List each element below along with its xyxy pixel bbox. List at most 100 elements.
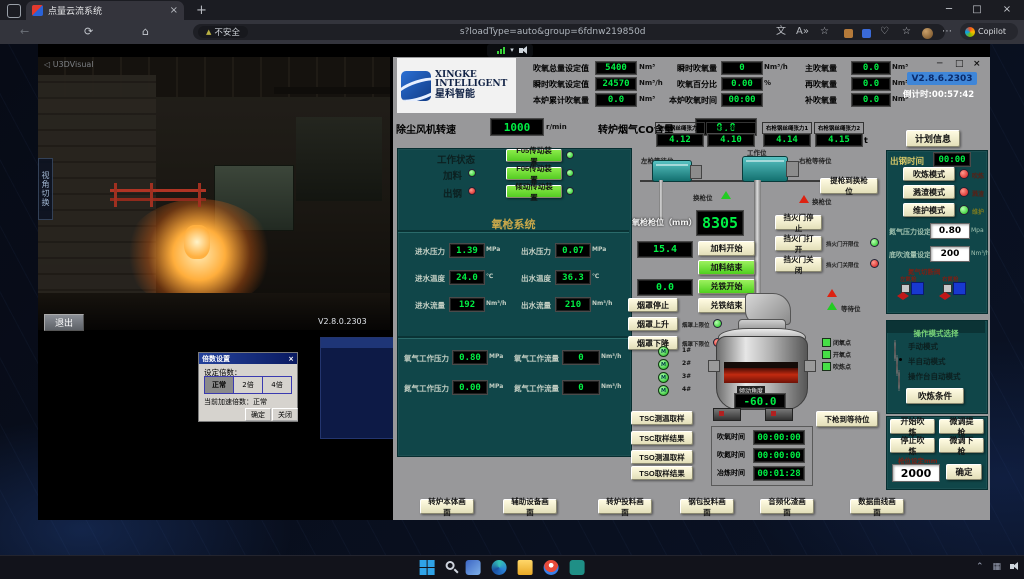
extension-blue-icon[interactable] [862,29,871,38]
close-icon[interactable]: × [996,4,1018,15]
stream-control-bar[interactable]: ▾ [487,44,533,57]
water-unit: ℃ [486,273,493,280]
fan-speed-label: 除尘风机转速 [396,121,456,136]
mode-option-label[interactable]: 操作台自动模式 [908,371,961,382]
more-icon[interactable]: ⋯ [942,27,952,37]
speaker-icon[interactable] [519,48,523,53]
dialog-close-button[interactable]: 关闭 [272,408,298,421]
new-tab-icon[interactable]: + [196,4,207,17]
dialog-ok-button[interactable]: 确定 [245,408,271,421]
tsc-result-button[interactable]: TSC取样结果 [631,431,693,445]
trim-up-button[interactable]: 微调提枪 [939,419,984,434]
browser-tab[interactable]: 点量云流系统 × [26,1,184,20]
extension-orange-icon[interactable] [844,29,853,38]
work-status-title: 工作状态 [437,152,475,166]
nav-converter-body[interactable]: 转炉本体画面 [420,499,474,514]
confirm-button[interactable]: 确定 [946,464,982,480]
blow-condition-button[interactable]: 吹炼条件 [906,388,964,404]
hood-stop-button[interactable]: 烟罩停止 [628,298,678,312]
tilt-drive-button[interactable]: 倾动传动装置 [506,185,562,198]
nav-audio-slag[interactable]: 音频化渣画面 [760,499,814,514]
nav-aux-equipment[interactable]: 辅助设备画面 [503,499,557,514]
edge-icon[interactable] [492,560,507,575]
tso-measure-button[interactable]: TSO测温取样 [631,450,693,464]
maximize-icon[interactable]: □ [966,4,988,15]
dialog-close-icon[interactable]: × [288,355,294,363]
stream-watermark: ◁ U3DVisual [44,60,94,69]
tray-speaker-icon[interactable] [1010,562,1014,572]
left-lance-carriage [652,160,692,182]
tso-result-button[interactable]: TSO取样结果 [631,466,693,480]
fire-door-open-button[interactable]: 挡火门打开 [775,236,822,251]
iron-start-button[interactable]: 兑铁开始 [698,279,755,294]
collections-star-icon[interactable]: ☆ [902,27,911,37]
f05-drive-button[interactable]: F05传动装置 [506,149,562,162]
close-tab-icon[interactable]: × [170,6,178,16]
hmi-minimize-icon[interactable]: ─ [937,59,942,69]
start-icon[interactable] [420,560,435,575]
hood-down-button[interactable]: 烟罩下降 [628,336,678,350]
minimize-icon[interactable]: ─ [938,4,960,15]
plant-video-feed[interactable] [38,57,390,330]
trim-down-button[interactable]: 微调下枪 [939,438,984,453]
task-view-icon[interactable] [466,560,481,575]
back-icon[interactable]: ← [20,25,29,38]
home-icon[interactable]: ⌂ [142,25,149,38]
metric-label: 瞬时吹氧设定值 [521,79,589,90]
lance-set-input[interactable]: 2000 [892,464,940,482]
security-chip[interactable]: ▲ 不安全 [198,26,248,38]
feed-end-button[interactable]: 加料结束 [698,260,755,275]
favorites-star-icon[interactable]: ☆ [820,27,829,37]
left-lance [659,180,663,222]
dialog-titlebar[interactable]: 倍数设置 × [199,353,297,364]
lower-lance-button[interactable]: 下枪到等待位 [816,411,878,427]
stop-blow-button[interactable]: 停止吹炼 [890,438,935,453]
tsc-measure-button[interactable]: TSC测温取样 [631,411,693,425]
hmi-close-icon[interactable]: × [973,59,981,69]
app-teal-icon[interactable] [570,560,585,575]
hmi-maximize-icon[interactable]: □ [955,59,964,69]
option-2x[interactable]: 2倍 [234,377,263,393]
hood-up-button[interactable]: 烟罩上升 [628,317,678,331]
avatar-icon[interactable] [922,28,933,39]
f06-drive-button[interactable]: F06传动装置 [506,167,562,180]
bottom-flow-input[interactable]: 200 [930,246,970,262]
n2-pressure-input[interactable]: 0.80 [930,223,970,239]
read-aloud-icon[interactable]: A» [796,27,809,37]
nav-data-curves[interactable]: 数据曲线画面 [850,499,904,514]
view-switch-tab[interactable]: 视角切换 [38,158,53,220]
address-bar[interactable]: ▲ 不安全 s?loadType=auto&group=6fdnw219850d [193,24,945,40]
plan-info-button[interactable]: 计划信息 [906,130,960,147]
network-icon[interactable]: ▦ [992,562,1001,572]
copilot-button[interactable]: Copilot [960,23,1018,40]
exit-button[interactable]: 退出 [44,314,84,331]
raise-lance-button[interactable]: 提枪到换枪位 [820,178,878,194]
multiplier-options: 正常 2倍 4倍 [204,376,292,394]
n2-pressure-unit: Mpa [971,227,984,234]
background-window[interactable] [320,337,395,439]
feed-start-button[interactable]: 加料开始 [698,241,755,256]
maintain-mode-button[interactable]: 维护模式 [903,203,955,217]
browser-essentials-icon[interactable]: ♡ [880,27,889,37]
app-orange-icon[interactable] [544,560,559,575]
option-4x[interactable]: 4倍 [263,377,291,393]
fire-door-stop-button[interactable]: 挡火门停止 [775,215,822,230]
blow-mode-button[interactable]: 吹炼模式 [903,167,955,181]
folder-icon[interactable] [518,560,533,575]
nav-converter-feed[interactable]: 转炉投料画面 [598,499,652,514]
search-icon[interactable] [446,561,455,570]
nav-ladle-feed[interactable]: 钢包投料画面 [680,499,734,514]
mode-option-label[interactable]: 手动模式 [908,341,938,352]
fire-door-close-button[interactable]: 挡火门关闭 [775,257,822,272]
chevron-down-icon[interactable]: ▾ [510,47,514,54]
start-blow-button[interactable]: 开始吹炼 [890,419,935,434]
console-auto-mode-radio[interactable] [898,370,900,391]
refresh-icon[interactable]: ⟳ [84,25,93,38]
option-normal[interactable]: 正常 [205,377,234,393]
tray-chevron-icon[interactable]: ⌃ [976,562,984,572]
mode-option-label[interactable]: 半自动模式 [908,356,946,367]
slag-mode-button[interactable]: 溅渣模式 [903,185,955,199]
water-unit: MPa [592,246,606,253]
tab-actions-icon[interactable] [7,4,21,18]
translate-icon[interactable]: 文 [776,27,786,37]
